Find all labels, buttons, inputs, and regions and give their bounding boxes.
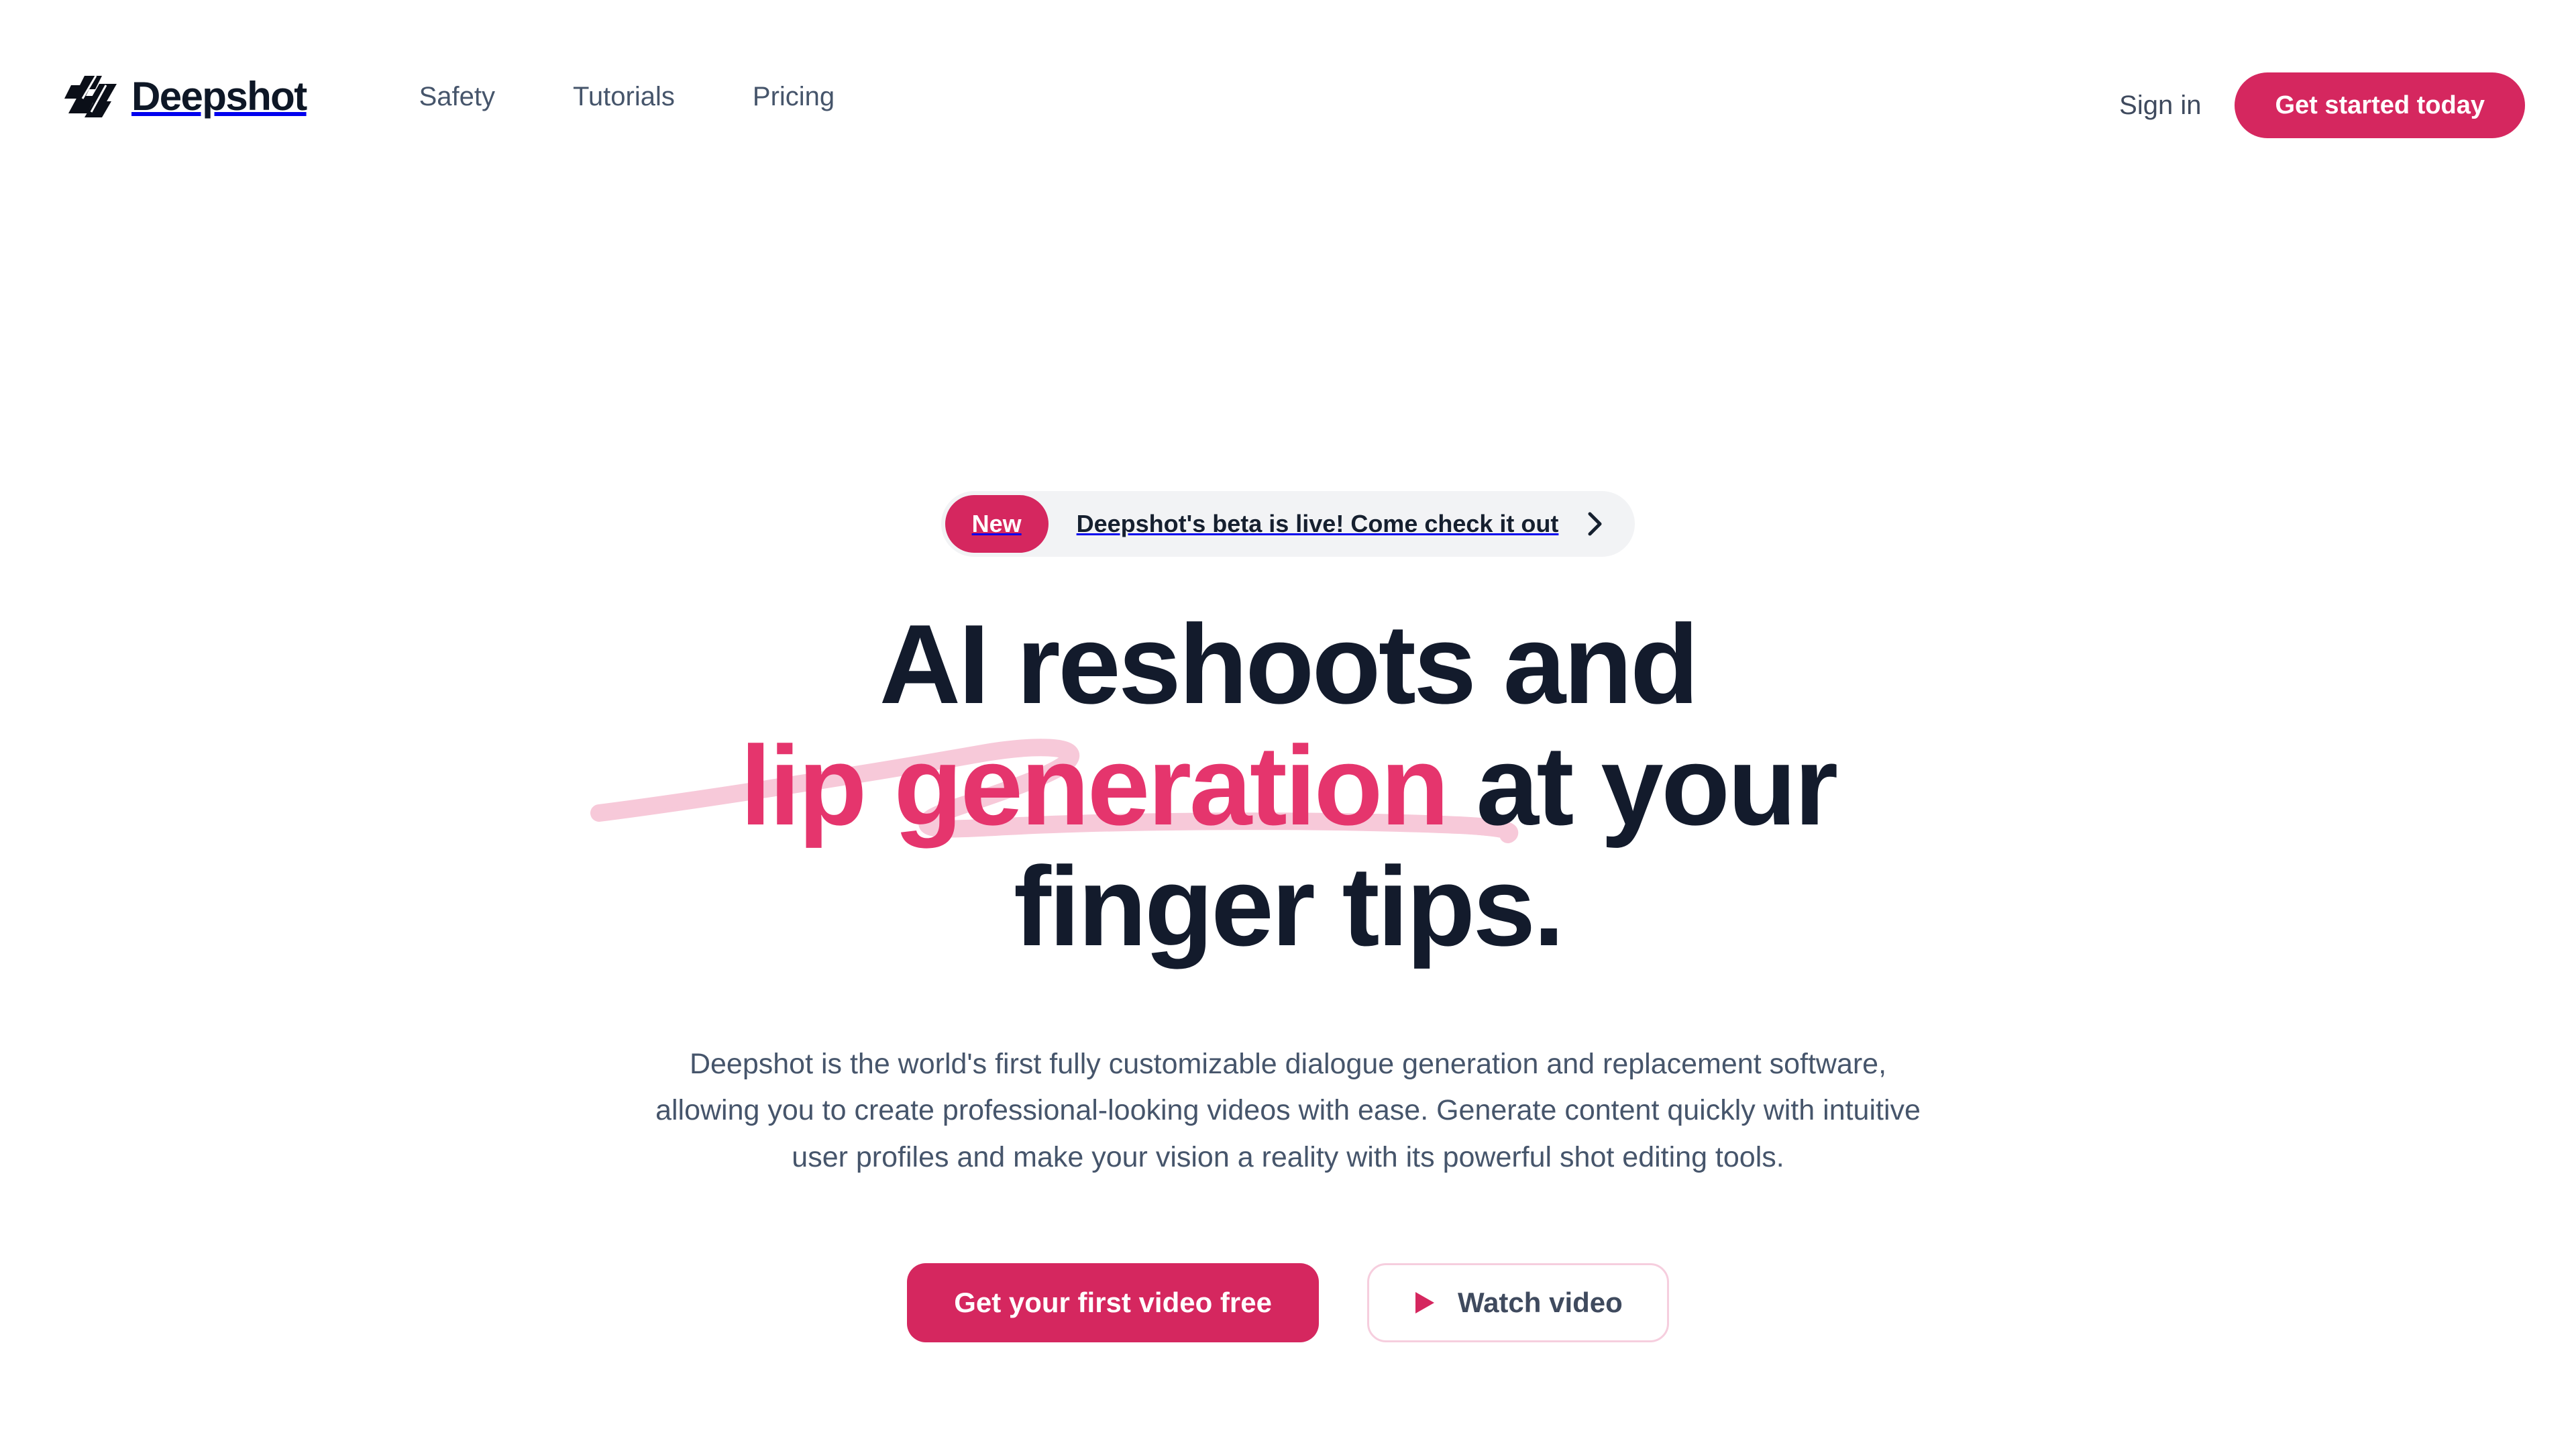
get-started-today-button[interactable]: Get started today	[2235, 72, 2525, 138]
chevron-right-icon	[1588, 512, 1602, 536]
nav-actions: Sign in Get started today	[2086, 72, 2525, 138]
hero-subheading: Deepshot is the world's first fully cust…	[655, 1047, 1921, 1174]
headline-accent-phrase: lip generation	[740, 722, 1449, 849]
headline-block: AI reshoots and lip generation at your f…	[0, 604, 2576, 967]
headline-line-1: AI reshoots and	[879, 601, 1699, 727]
announcement-text: Deepshot's beta is live! Come check it o…	[1076, 510, 1559, 537]
announcement-banner-wrap: New Deepshot's beta is live! Come check …	[0, 491, 2576, 557]
page-title: AI reshoots and lip generation at your f…	[557, 604, 2019, 967]
sign-in-link[interactable]: Sign in	[2086, 91, 2235, 121]
announcement-banner[interactable]: New Deepshot's beta is live! Come check …	[941, 491, 1635, 557]
nav-item-pricing[interactable]: Pricing	[714, 83, 873, 110]
brand-logo-link[interactable]: Deepshot	[64, 72, 307, 121]
get-first-video-free-button[interactable]: Get your first video free	[907, 1263, 1319, 1342]
hero-section: New Deepshot's beta is live! Come check …	[0, 236, 2576, 1342]
nav-item-safety[interactable]: Safety	[380, 83, 534, 110]
top-navigation-bar: Deepshot Safety Tutorials Pricing Sign i…	[0, 0, 2576, 236]
primary-nav-links: Safety Tutorials Pricing	[380, 72, 874, 121]
brand-name: Deepshot	[131, 74, 307, 119]
headline-line-2-tail: at your	[1447, 722, 1838, 849]
watch-video-button[interactable]: Watch video	[1366, 1263, 1669, 1342]
nav-item-tutorials[interactable]: Tutorials	[534, 83, 714, 110]
new-badge: New	[945, 495, 1049, 553]
play-triangle-icon	[1415, 1291, 1434, 1313]
watch-video-label: Watch video	[1457, 1286, 1623, 1318]
hero-cta-row: Get your first video free Watch video	[0, 1263, 2576, 1342]
deepshot-wave-logo-icon	[64, 75, 117, 117]
headline-line-3: finger tips.	[1014, 843, 1564, 970]
